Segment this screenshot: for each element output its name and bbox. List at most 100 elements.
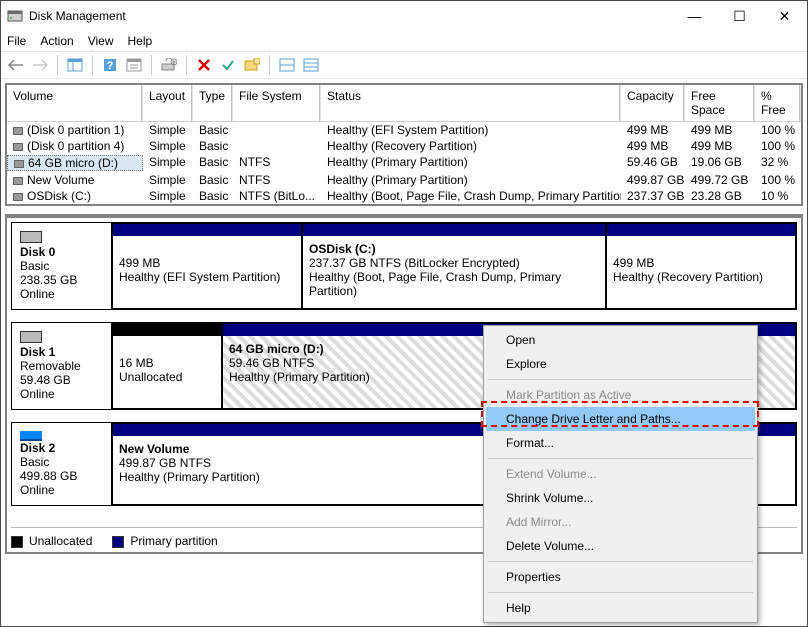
cell: New Volume — [7, 173, 143, 187]
disk-name: Disk 0 — [20, 245, 103, 259]
menu-item[interactable]: Help — [486, 596, 755, 620]
part-size: 237.37 GB NTFS (BitLocker Encrypted) — [309, 256, 520, 270]
part-status: Healthy (EFI System Partition) — [119, 270, 280, 284]
part-size: 59.46 GB NTFS — [229, 356, 314, 370]
disk-icon — [20, 331, 42, 343]
layout-button-2[interactable] — [300, 54, 322, 76]
menu-view[interactable]: View — [88, 34, 114, 48]
cell: 64 GB micro (D:) — [7, 155, 143, 171]
menu-help[interactable]: Help — [128, 34, 153, 48]
cell: Basic — [193, 123, 233, 137]
part-size: 499.87 GB NTFS — [119, 456, 211, 470]
delete-button[interactable] — [193, 54, 215, 76]
menu-item[interactable]: Delete Volume... — [486, 534, 755, 558]
cell: Healthy (Primary Partition) — [321, 173, 621, 187]
cell: 23.28 GB — [685, 189, 755, 203]
col-capacity[interactable]: Capacity — [621, 85, 685, 121]
window-title: Disk Management — [29, 9, 126, 23]
menu-item[interactable]: Shrink Volume... — [486, 486, 755, 510]
cell: 499 MB — [621, 123, 685, 137]
cell: Simple — [143, 139, 193, 153]
disk-icon — [20, 231, 42, 243]
cell: Simple — [143, 189, 193, 203]
volume-row[interactable]: New VolumeSimpleBasicNTFSHealthy (Primar… — [7, 172, 801, 188]
disk-icon — [20, 431, 42, 439]
col-layout[interactable]: Layout — [143, 85, 193, 121]
legend-primary: Primary partition — [130, 534, 217, 548]
part-title: New Volume — [119, 442, 189, 456]
layout-button-1[interactable] — [276, 54, 298, 76]
disk-state: Online — [20, 287, 103, 301]
volume-icon — [14, 160, 24, 168]
check-button[interactable] — [217, 54, 239, 76]
separator-icon — [269, 55, 270, 75]
cell: 100 % — [755, 173, 801, 187]
menu-item[interactable]: Format... — [486, 431, 755, 455]
disk1-unallocated[interactable]: 16 MBUnallocated — [112, 323, 222, 409]
disk2-header[interactable]: Disk 2 Basic 499.88 GB Online — [12, 423, 112, 505]
volume-row[interactable]: OSDisk (C:)SimpleBasicNTFS (BitLo...Heal… — [7, 188, 801, 204]
props-button[interactable] — [123, 54, 145, 76]
disk0-header[interactable]: Disk 0 Basic 238.35 GB Online — [12, 223, 112, 309]
cell: NTFS — [233, 173, 321, 187]
disk0-partition-osdisk[interactable]: OSDisk (C:)237.37 GB NTFS (BitLocker Enc… — [302, 223, 606, 309]
menu-file[interactable]: File — [7, 34, 26, 48]
disk0: Disk 0 Basic 238.35 GB Online 499 MBHeal… — [11, 222, 797, 310]
new-folder-button[interactable] — [241, 54, 263, 76]
svg-text:?: ? — [107, 60, 114, 72]
volume-row[interactable]: 64 GB micro (D:)SimpleBasicNTFSHealthy (… — [7, 154, 801, 172]
cell: Simple — [143, 123, 193, 137]
cell: 100 % — [755, 123, 801, 137]
cell — [233, 139, 321, 153]
cell: 100 % — [755, 139, 801, 153]
disk-size: 238.35 GB — [20, 273, 103, 287]
disk-type: Basic — [20, 455, 103, 469]
separator-icon — [92, 55, 93, 75]
part-size: 499 MB — [119, 256, 160, 270]
menu-item[interactable]: Explore — [486, 352, 755, 376]
cell: Healthy (EFI System Partition) — [321, 123, 621, 137]
col-filesystem[interactable]: File System — [233, 85, 321, 121]
cell: NTFS (BitLo... — [233, 189, 321, 203]
maximize-button[interactable]: ☐ — [717, 1, 762, 31]
part-status: Healthy (Primary Partition) — [229, 370, 370, 384]
col-status[interactable]: Status — [321, 85, 621, 121]
primary-stripe — [113, 224, 301, 236]
refresh-button[interactable] — [158, 54, 180, 76]
cell: 499 MB — [621, 139, 685, 153]
cell: Healthy (Primary Partition) — [321, 155, 621, 171]
menu-item[interactable]: Change Drive Letter and Paths... — [486, 407, 755, 431]
cell: (Disk 0 partition 4) — [7, 139, 143, 153]
col-volume[interactable]: Volume — [7, 85, 143, 121]
show-console-tree-button[interactable] — [64, 54, 86, 76]
part-title: OSDisk (C:) — [309, 242, 376, 256]
col-type[interactable]: Type — [193, 85, 233, 121]
disk-size: 499.88 GB — [20, 469, 103, 483]
disk1-header[interactable]: Disk 1 Removable 59.48 GB Online — [12, 323, 112, 409]
menu-item[interactable]: Open — [486, 328, 755, 352]
col-freespace[interactable]: Free Space — [685, 85, 755, 121]
minimize-button[interactable]: — — [672, 1, 717, 31]
close-button[interactable]: ✕ — [762, 1, 807, 31]
col-pctfree[interactable]: % Free — [755, 85, 801, 121]
disk0-partition-4[interactable]: 499 MBHealthy (Recovery Partition) — [606, 223, 796, 309]
volume-row[interactable]: (Disk 0 partition 1)SimpleBasicHealthy (… — [7, 122, 801, 138]
cell: Basic — [193, 155, 233, 171]
disk-type: Removable — [20, 359, 103, 373]
volume-icon — [13, 193, 23, 201]
menu-separator — [488, 561, 753, 562]
nav-forward-button[interactable] — [29, 54, 51, 76]
menu-item[interactable]: Properties — [486, 565, 755, 589]
disk0-partition-1[interactable]: 499 MBHealthy (EFI System Partition) — [112, 223, 302, 309]
toolbar: ? — [1, 51, 807, 79]
cell: 499 MB — [685, 123, 755, 137]
volume-icon — [13, 143, 23, 151]
menu-action[interactable]: Action — [40, 34, 73, 48]
help-button[interactable]: ? — [99, 54, 121, 76]
unalloc-stripe — [113, 324, 221, 336]
app-icon — [7, 8, 23, 24]
cell: NTFS — [233, 155, 321, 171]
volume-row[interactable]: (Disk 0 partition 4)SimpleBasicHealthy (… — [7, 138, 801, 154]
part-status: Healthy (Boot, Page File, Crash Dump, Pr… — [309, 270, 561, 298]
nav-back-button[interactable] — [5, 54, 27, 76]
